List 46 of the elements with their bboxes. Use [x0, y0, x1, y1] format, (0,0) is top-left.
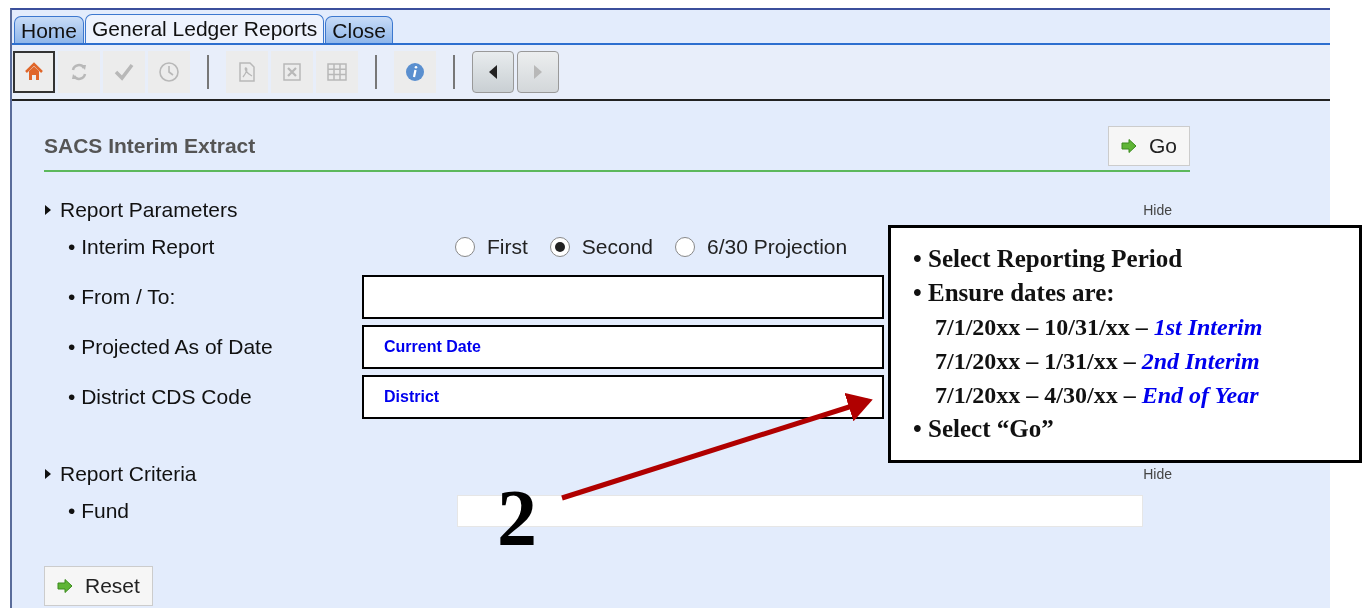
- field-label: • Fund: [67, 499, 131, 523]
- callout-text: • Select Reporting Period: [913, 244, 1184, 274]
- radio-button[interactable]: [455, 237, 475, 257]
- hide-link[interactable]: Hide: [1143, 466, 1172, 482]
- grid-icon: [326, 61, 348, 83]
- callout-text: 7/1/20xx – 1/31/xx – 2nd Interim: [934, 347, 1261, 376]
- callout-text: 7/1/20xx – 10/31/xx – 1st Interim: [934, 313, 1264, 342]
- arrow-icon: [57, 579, 73, 593]
- arrow-icon: [1121, 139, 1137, 153]
- radio-button[interactable]: [549, 237, 570, 257]
- field-label: • Projected As of Date: [67, 335, 274, 359]
- go-button[interactable]: Go: [1108, 126, 1190, 166]
- tab[interactable]: Close: [325, 16, 394, 43]
- section-title[interactable]: Report Parameters: [60, 198, 238, 222]
- left-triangle-icon: [488, 64, 498, 80]
- input-field[interactable]: Current Date: [362, 325, 884, 369]
- input-field[interactable]: [362, 275, 884, 319]
- triangle-icon: [44, 468, 52, 480]
- triangle-icon: [44, 204, 52, 216]
- callout-text: • Select “Go”: [913, 414, 1055, 444]
- document-icon: [236, 61, 258, 83]
- checkmark-icon: [113, 61, 135, 83]
- callout-text: 7/1/20xx – 4/30/xx – End of Year: [934, 381, 1260, 410]
- field-label: • From / To:: [67, 285, 177, 309]
- reset-button[interactable]: Reset: [44, 566, 153, 606]
- step-number: 2: [497, 478, 537, 558]
- callout-text: • Ensure dates are:: [913, 278, 1116, 308]
- spreadsheet-icon: [281, 61, 303, 83]
- field-label: • District CDS Code: [67, 385, 253, 409]
- radio-label: First: [487, 235, 528, 259]
- section-title[interactable]: Report Criteria: [60, 462, 197, 486]
- radio-label: 6/30 Projection: [707, 235, 848, 259]
- field-label: • Interim Report: [67, 235, 216, 259]
- tab[interactable]: General Ledger Reports: [85, 14, 325, 43]
- nav-button[interactable]: [472, 51, 514, 93]
- toolbar-button[interactable]: [13, 51, 55, 93]
- home-icon: [23, 61, 45, 83]
- radio-button[interactable]: [675, 237, 696, 257]
- right-triangle-icon: [533, 64, 543, 80]
- hide-link[interactable]: Hide: [1143, 202, 1172, 218]
- input-field[interactable]: District: [362, 375, 884, 419]
- info-icon: [404, 61, 426, 83]
- tab[interactable]: Home: [14, 16, 85, 43]
- radio-label: Second: [581, 235, 654, 259]
- panel-title: SACS Interim Extract: [44, 134, 256, 158]
- clock-icon: [158, 61, 180, 83]
